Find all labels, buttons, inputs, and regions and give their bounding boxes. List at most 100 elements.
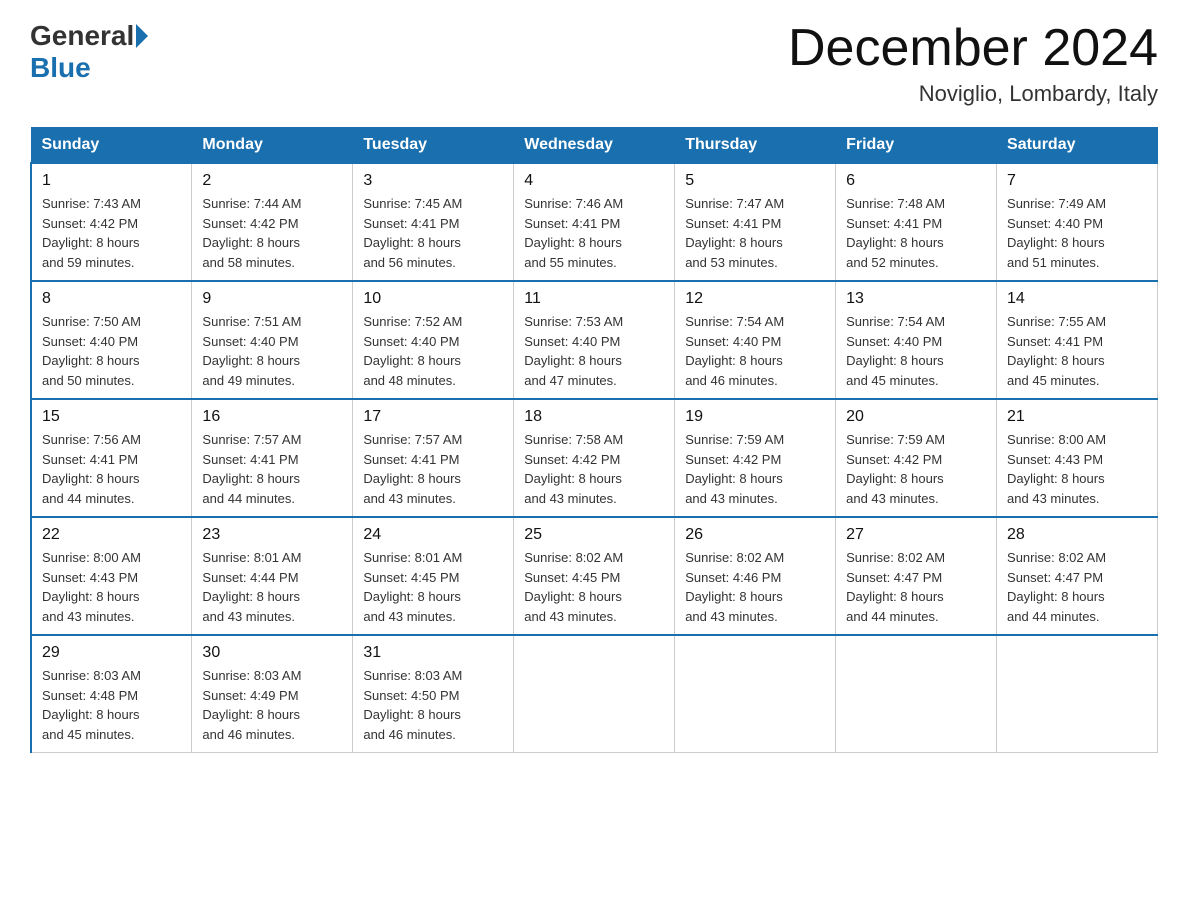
day-info: Sunrise: 8:03 AM Sunset: 4:49 PM Dayligh…	[202, 666, 342, 744]
calendar-cell	[514, 635, 675, 753]
day-number: 11	[524, 290, 664, 308]
day-info: Sunrise: 7:54 AM Sunset: 4:40 PM Dayligh…	[685, 312, 825, 390]
calendar-cell: 22 Sunrise: 8:00 AM Sunset: 4:43 PM Dayl…	[31, 517, 192, 635]
logo: General Blue	[30, 20, 150, 84]
day-number: 12	[685, 290, 825, 308]
day-info: Sunrise: 7:55 AM Sunset: 4:41 PM Dayligh…	[1007, 312, 1147, 390]
calendar-cell: 7 Sunrise: 7:49 AM Sunset: 4:40 PM Dayli…	[997, 163, 1158, 281]
day-number: 22	[42, 526, 181, 544]
day-info: Sunrise: 7:50 AM Sunset: 4:40 PM Dayligh…	[42, 312, 181, 390]
logo-general-text: General	[30, 20, 134, 52]
week-row-2: 8 Sunrise: 7:50 AM Sunset: 4:40 PM Dayli…	[31, 281, 1158, 399]
day-info: Sunrise: 8:02 AM Sunset: 4:45 PM Dayligh…	[524, 548, 664, 626]
day-number: 25	[524, 526, 664, 544]
calendar-cell: 20 Sunrise: 7:59 AM Sunset: 4:42 PM Dayl…	[836, 399, 997, 517]
day-info: Sunrise: 8:00 AM Sunset: 4:43 PM Dayligh…	[1007, 430, 1147, 508]
logo-arrow-icon	[136, 24, 148, 48]
day-info: Sunrise: 8:00 AM Sunset: 4:43 PM Dayligh…	[42, 548, 181, 626]
calendar-cell: 18 Sunrise: 7:58 AM Sunset: 4:42 PM Dayl…	[514, 399, 675, 517]
calendar-cell: 13 Sunrise: 7:54 AM Sunset: 4:40 PM Dayl…	[836, 281, 997, 399]
day-number: 28	[1007, 526, 1147, 544]
calendar-cell: 25 Sunrise: 8:02 AM Sunset: 4:45 PM Dayl…	[514, 517, 675, 635]
day-number: 8	[42, 290, 181, 308]
calendar-cell: 31 Sunrise: 8:03 AM Sunset: 4:50 PM Dayl…	[353, 635, 514, 753]
calendar-cell: 5 Sunrise: 7:47 AM Sunset: 4:41 PM Dayli…	[675, 163, 836, 281]
day-info: Sunrise: 7:45 AM Sunset: 4:41 PM Dayligh…	[363, 194, 503, 272]
day-number: 23	[202, 526, 342, 544]
day-info: Sunrise: 8:01 AM Sunset: 4:44 PM Dayligh…	[202, 548, 342, 626]
week-row-1: 1 Sunrise: 7:43 AM Sunset: 4:42 PM Dayli…	[31, 163, 1158, 281]
calendar-cell: 8 Sunrise: 7:50 AM Sunset: 4:40 PM Dayli…	[31, 281, 192, 399]
day-info: Sunrise: 7:43 AM Sunset: 4:42 PM Dayligh…	[42, 194, 181, 272]
calendar-cell: 29 Sunrise: 8:03 AM Sunset: 4:48 PM Dayl…	[31, 635, 192, 753]
day-number: 1	[42, 172, 181, 190]
day-info: Sunrise: 7:58 AM Sunset: 4:42 PM Dayligh…	[524, 430, 664, 508]
calendar-cell: 30 Sunrise: 8:03 AM Sunset: 4:49 PM Dayl…	[192, 635, 353, 753]
calendar-cell: 17 Sunrise: 7:57 AM Sunset: 4:41 PM Dayl…	[353, 399, 514, 517]
day-number: 14	[1007, 290, 1147, 308]
day-number: 13	[846, 290, 986, 308]
day-info: Sunrise: 7:44 AM Sunset: 4:42 PM Dayligh…	[202, 194, 342, 272]
calendar-header-row: SundayMondayTuesdayWednesdayThursdayFrid…	[31, 128, 1158, 164]
day-info: Sunrise: 8:03 AM Sunset: 4:48 PM Dayligh…	[42, 666, 181, 744]
header-tuesday: Tuesday	[353, 128, 514, 164]
week-row-4: 22 Sunrise: 8:00 AM Sunset: 4:43 PM Dayl…	[31, 517, 1158, 635]
day-number: 2	[202, 172, 342, 190]
day-info: Sunrise: 8:02 AM Sunset: 4:47 PM Dayligh…	[1007, 548, 1147, 626]
header-saturday: Saturday	[997, 128, 1158, 164]
calendar-cell	[997, 635, 1158, 753]
day-info: Sunrise: 7:56 AM Sunset: 4:41 PM Dayligh…	[42, 430, 181, 508]
day-info: Sunrise: 7:48 AM Sunset: 4:41 PM Dayligh…	[846, 194, 986, 272]
calendar-cell: 28 Sunrise: 8:02 AM Sunset: 4:47 PM Dayl…	[997, 517, 1158, 635]
week-row-5: 29 Sunrise: 8:03 AM Sunset: 4:48 PM Dayl…	[31, 635, 1158, 753]
title-section: December 2024 Noviglio, Lombardy, Italy	[788, 20, 1158, 107]
calendar-cell: 15 Sunrise: 7:56 AM Sunset: 4:41 PM Dayl…	[31, 399, 192, 517]
calendar-cell: 3 Sunrise: 7:45 AM Sunset: 4:41 PM Dayli…	[353, 163, 514, 281]
calendar-cell: 21 Sunrise: 8:00 AM Sunset: 4:43 PM Dayl…	[997, 399, 1158, 517]
calendar-cell: 4 Sunrise: 7:46 AM Sunset: 4:41 PM Dayli…	[514, 163, 675, 281]
day-info: Sunrise: 7:53 AM Sunset: 4:40 PM Dayligh…	[524, 312, 664, 390]
week-row-3: 15 Sunrise: 7:56 AM Sunset: 4:41 PM Dayl…	[31, 399, 1158, 517]
day-info: Sunrise: 8:02 AM Sunset: 4:47 PM Dayligh…	[846, 548, 986, 626]
logo-blue-text: Blue	[30, 52, 91, 84]
page-header: General Blue December 2024 Noviglio, Lom…	[30, 20, 1158, 107]
day-info: Sunrise: 7:57 AM Sunset: 4:41 PM Dayligh…	[202, 430, 342, 508]
day-number: 29	[42, 644, 181, 662]
header-sunday: Sunday	[31, 128, 192, 164]
day-number: 21	[1007, 408, 1147, 426]
day-number: 15	[42, 408, 181, 426]
day-info: Sunrise: 7:46 AM Sunset: 4:41 PM Dayligh…	[524, 194, 664, 272]
day-number: 10	[363, 290, 503, 308]
calendar-cell: 9 Sunrise: 7:51 AM Sunset: 4:40 PM Dayli…	[192, 281, 353, 399]
day-info: Sunrise: 7:54 AM Sunset: 4:40 PM Dayligh…	[846, 312, 986, 390]
day-number: 31	[363, 644, 503, 662]
header-friday: Friday	[836, 128, 997, 164]
calendar-cell: 27 Sunrise: 8:02 AM Sunset: 4:47 PM Dayl…	[836, 517, 997, 635]
header-monday: Monday	[192, 128, 353, 164]
calendar-cell: 12 Sunrise: 7:54 AM Sunset: 4:40 PM Dayl…	[675, 281, 836, 399]
calendar-cell: 14 Sunrise: 7:55 AM Sunset: 4:41 PM Dayl…	[997, 281, 1158, 399]
header-thursday: Thursday	[675, 128, 836, 164]
day-info: Sunrise: 7:49 AM Sunset: 4:40 PM Dayligh…	[1007, 194, 1147, 272]
header-wednesday: Wednesday	[514, 128, 675, 164]
calendar-cell: 24 Sunrise: 8:01 AM Sunset: 4:45 PM Dayl…	[353, 517, 514, 635]
day-info: Sunrise: 7:57 AM Sunset: 4:41 PM Dayligh…	[363, 430, 503, 508]
day-number: 5	[685, 172, 825, 190]
calendar-cell: 11 Sunrise: 7:53 AM Sunset: 4:40 PM Dayl…	[514, 281, 675, 399]
calendar-cell: 6 Sunrise: 7:48 AM Sunset: 4:41 PM Dayli…	[836, 163, 997, 281]
day-number: 4	[524, 172, 664, 190]
day-info: Sunrise: 8:02 AM Sunset: 4:46 PM Dayligh…	[685, 548, 825, 626]
day-number: 6	[846, 172, 986, 190]
day-number: 17	[363, 408, 503, 426]
day-number: 20	[846, 408, 986, 426]
calendar-cell: 26 Sunrise: 8:02 AM Sunset: 4:46 PM Dayl…	[675, 517, 836, 635]
calendar-cell: 16 Sunrise: 7:57 AM Sunset: 4:41 PM Dayl…	[192, 399, 353, 517]
calendar-cell: 19 Sunrise: 7:59 AM Sunset: 4:42 PM Dayl…	[675, 399, 836, 517]
day-number: 26	[685, 526, 825, 544]
calendar-cell: 1 Sunrise: 7:43 AM Sunset: 4:42 PM Dayli…	[31, 163, 192, 281]
location-text: Noviglio, Lombardy, Italy	[788, 81, 1158, 107]
day-info: Sunrise: 7:59 AM Sunset: 4:42 PM Dayligh…	[685, 430, 825, 508]
month-title: December 2024	[788, 20, 1158, 77]
calendar-table: SundayMondayTuesdayWednesdayThursdayFrid…	[30, 127, 1158, 753]
day-info: Sunrise: 8:01 AM Sunset: 4:45 PM Dayligh…	[363, 548, 503, 626]
